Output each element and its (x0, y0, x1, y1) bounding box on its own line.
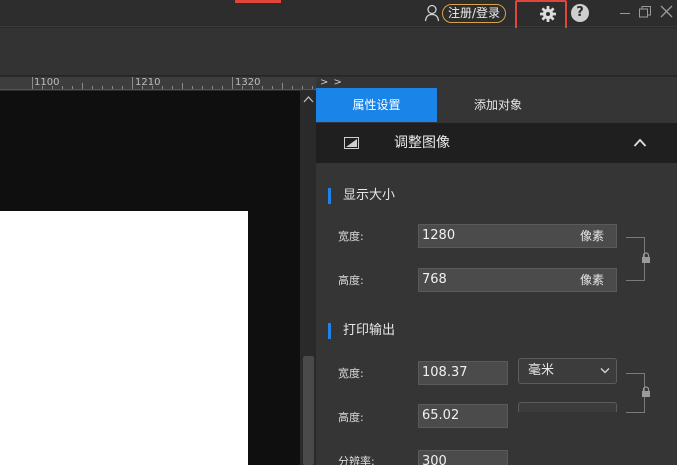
adjust-image-section-header[interactable]: 调整图像 (316, 123, 677, 163)
ruler-tick (112, 86, 113, 89)
ruler-label: 1210 (135, 77, 161, 88)
ruler-tick (162, 86, 163, 89)
ruler-tick (222, 86, 223, 89)
close-icon[interactable] (660, 5, 673, 18)
vertical-scrollbar[interactable] (301, 91, 316, 465)
ruler-tick (72, 86, 73, 89)
login-register-button[interactable]: 注册/登录 (442, 4, 507, 23)
display-height-value: 768 (422, 272, 447, 287)
chevron-up-icon[interactable] (633, 138, 647, 147)
ruler-tick (272, 86, 273, 89)
ruler-tick (102, 86, 103, 89)
horizontal-ruler: 1100 1210 1320 (0, 77, 316, 90)
properties-panel: > > 属性设置 添加对象 调整图像 显示大小 宽度: 1280 像素 高度: … (316, 77, 677, 465)
ruler-tick (312, 86, 313, 89)
print-lock-icon[interactable] (641, 386, 651, 398)
ruler-tick (242, 86, 243, 89)
unit-select-value: 毫米 (528, 363, 555, 378)
display-width-label: 宽度: (338, 230, 364, 243)
display-size-title: 显示大小 (328, 188, 395, 204)
ruler-tick (122, 86, 123, 89)
tab-properties[interactable]: 属性设置 (316, 88, 437, 122)
ruler-tick (282, 83, 283, 89)
print-output-title: 打印输出 (328, 323, 395, 339)
ruler-tick (212, 86, 213, 89)
ruler-label: 1320 (235, 77, 261, 88)
title-bar: 注册/登录 ? (0, 0, 677, 40)
app-window: 注册/登录 ? 1100 1210 1320 > > 属性设置 添加对象 调整图… (0, 0, 677, 465)
ruler-tick (172, 86, 173, 89)
resolution-input[interactable]: 300 (418, 450, 508, 465)
ruler-tick (302, 86, 303, 89)
display-width-unit: 像素 (579, 229, 604, 243)
canvas-area[interactable] (0, 91, 300, 465)
ruler-tick (62, 86, 63, 89)
scrollbar-thumb[interactable] (303, 356, 314, 465)
scroll-up-icon[interactable] (303, 95, 314, 103)
display-width-value: 1280 (422, 228, 456, 243)
display-height-unit: 像素 (579, 273, 604, 287)
print-width-label: 宽度: (338, 367, 364, 380)
highlight-mark (235, 0, 281, 3)
print-height-input[interactable]: 65.02 (418, 404, 508, 428)
ruler-tick (92, 86, 93, 89)
ruler-tick (32, 77, 33, 89)
user-icon[interactable] (424, 4, 440, 22)
print-height-label: 高度: (338, 411, 364, 424)
minimize-icon[interactable] (620, 13, 630, 14)
image-page[interactable] (0, 211, 248, 465)
display-height-input[interactable]: 768 像素 (418, 268, 617, 292)
ruler-tick (82, 83, 83, 89)
resolution-value: 300 (422, 454, 447, 465)
unit-select[interactable]: 毫米 (518, 358, 617, 384)
chevron-down-icon (600, 368, 610, 374)
help-icon[interactable]: ? (571, 4, 589, 22)
toolbar (0, 28, 677, 76)
ruler-label: 1100 (34, 77, 60, 88)
restore-icon[interactable] (639, 6, 651, 18)
ruler-tick (152, 86, 153, 89)
adjust-image-icon (344, 137, 359, 149)
resolution-label: 分辨率: (338, 455, 375, 465)
ruler-tick (42, 86, 43, 89)
ruler-tick (252, 86, 253, 89)
print-width-input[interactable]: 108.37 (418, 361, 508, 385)
ruler-tick (232, 77, 233, 89)
section-title: 调整图像 (394, 135, 450, 151)
ruler-tick (142, 86, 143, 89)
ruler-tick (52, 86, 53, 89)
ruler-tick (192, 86, 193, 89)
lock-icon[interactable] (641, 252, 651, 264)
ruler-tick (202, 86, 203, 89)
display-width-input[interactable]: 1280 像素 (418, 224, 617, 248)
print-height-value: 65.02 (422, 408, 460, 423)
ruler-tick (262, 86, 263, 89)
gear-icon[interactable] (538, 4, 558, 24)
ruler-tick (132, 77, 133, 89)
ruler-tick (292, 86, 293, 89)
dropdown-list-edge (518, 402, 617, 412)
collapse-panel-button[interactable]: > > (320, 77, 343, 88)
ruler-tick (182, 83, 183, 89)
tab-add-object[interactable]: 添加对象 (437, 88, 559, 122)
display-height-label: 高度: (338, 274, 364, 287)
print-width-value: 108.37 (422, 365, 468, 380)
